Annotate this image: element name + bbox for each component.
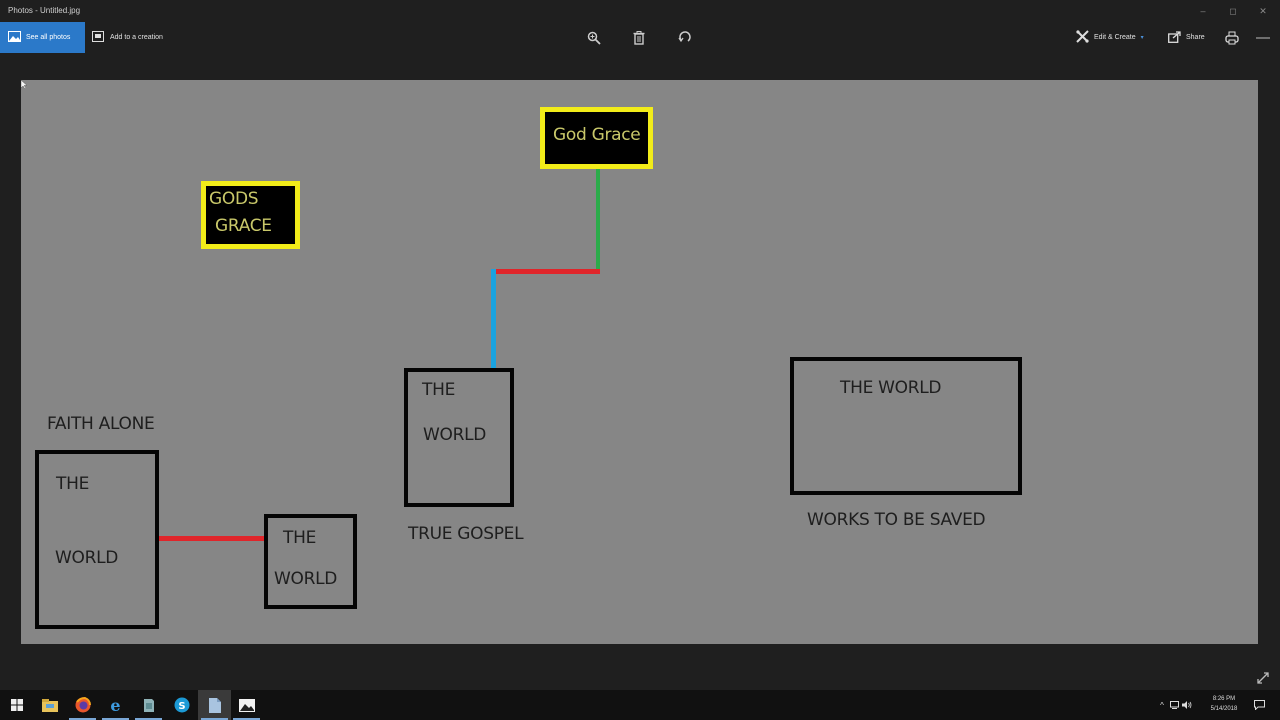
share-icon: [1168, 30, 1181, 45]
clock-time: 8:26 PM: [1212, 696, 1236, 702]
photo-icon: [8, 31, 21, 44]
photos-icon[interactable]: [230, 690, 263, 720]
gods-grace-line1: GODS: [209, 189, 259, 209]
minimize-button[interactable]: –: [1188, 3, 1218, 19]
faith-alone-small-box-line1: THE: [283, 528, 317, 548]
clock[interactable]: 8:26 PM 5/14/2018: [1202, 694, 1246, 714]
edit-create-button[interactable]: Edit & Create ▾: [1076, 22, 1144, 53]
fullscreen-icon[interactable]: [1256, 671, 1270, 685]
faith-alone-box-line2: WORLD: [55, 548, 119, 568]
mouse-cursor-icon: [21, 80, 27, 89]
works-caption: WORKS TO BE SAVED: [807, 510, 986, 530]
photo-canvas: GODS GRACE God Grace FAITH ALONE THE WOR…: [21, 80, 1258, 644]
start-icon[interactable]: [0, 690, 33, 720]
god-grace-text: God Grace: [553, 125, 641, 145]
edit-create-label: Edit & Create: [1094, 34, 1136, 41]
share-label: Share: [1186, 34, 1205, 41]
rotate-icon[interactable]: [675, 28, 695, 48]
document-icon[interactable]: [198, 690, 231, 720]
network-icon[interactable]: [1168, 701, 1180, 709]
close-button[interactable]: ✕: [1248, 3, 1278, 19]
see-all-photos-label: See all photos: [26, 34, 71, 41]
taskbar: e S ^ 8:26 PM 5/14/2018: [0, 690, 1280, 720]
zoom-icon[interactable]: [584, 28, 604, 48]
toolbar: See all photos Add to a creation Edit & …: [0, 22, 1280, 54]
title-bar: Photos - Untitled.jpg – ◻ ✕: [0, 0, 1280, 22]
chevron-up-icon[interactable]: ^: [1156, 701, 1168, 710]
red-connector-line-top: [494, 269, 600, 274]
red-connector-line-bottom: [156, 536, 265, 541]
file-explorer-icon[interactable]: [33, 690, 66, 720]
image-viewer: GODS GRACE God Grace FAITH ALONE THE WOR…: [0, 54, 1280, 690]
chevron-down-icon: ▾: [1140, 35, 1144, 41]
green-connector-line: [596, 166, 600, 272]
edit-create-icon: [1076, 30, 1089, 45]
gods-grace-line2: GRACE: [215, 216, 272, 236]
faith-alone-caption: FAITH ALONE: [47, 414, 155, 434]
print-icon[interactable]: [1222, 28, 1242, 48]
firefox-icon[interactable]: [66, 690, 99, 720]
true-gospel-box-line1: THE: [422, 380, 456, 400]
faith-alone-world-box: [35, 450, 159, 629]
more-icon[interactable]: [1253, 28, 1273, 48]
app-icon[interactable]: [132, 690, 165, 720]
creation-icon: [92, 31, 104, 44]
faith-alone-box-line1: THE: [56, 474, 90, 494]
maximize-button[interactable]: ◻: [1218, 3, 1248, 19]
faith-alone-small-box-line2: WORLD: [274, 569, 338, 589]
clock-date: 5/14/2018: [1210, 706, 1238, 712]
volume-icon[interactable]: [1180, 701, 1194, 709]
window-title: Photos - Untitled.jpg: [8, 6, 81, 15]
true-gospel-box-line2: WORLD: [423, 425, 487, 445]
blue-connector-line: [491, 269, 496, 368]
skype-icon[interactable]: S: [165, 690, 198, 720]
true-gospel-caption: TRUE GOSPEL: [408, 524, 524, 544]
add-to-creation-button[interactable]: Add to a creation: [92, 22, 163, 53]
share-button[interactable]: Share: [1168, 22, 1205, 53]
see-all-photos-button[interactable]: See all photos: [0, 22, 85, 53]
add-to-creation-label: Add to a creation: [110, 34, 163, 41]
delete-icon[interactable]: [629, 28, 649, 48]
notifications-icon[interactable]: [1246, 690, 1272, 720]
works-box-text: THE WORLD: [840, 378, 942, 398]
svg-text:S: S: [178, 701, 185, 712]
edge-icon[interactable]: e: [99, 690, 132, 720]
